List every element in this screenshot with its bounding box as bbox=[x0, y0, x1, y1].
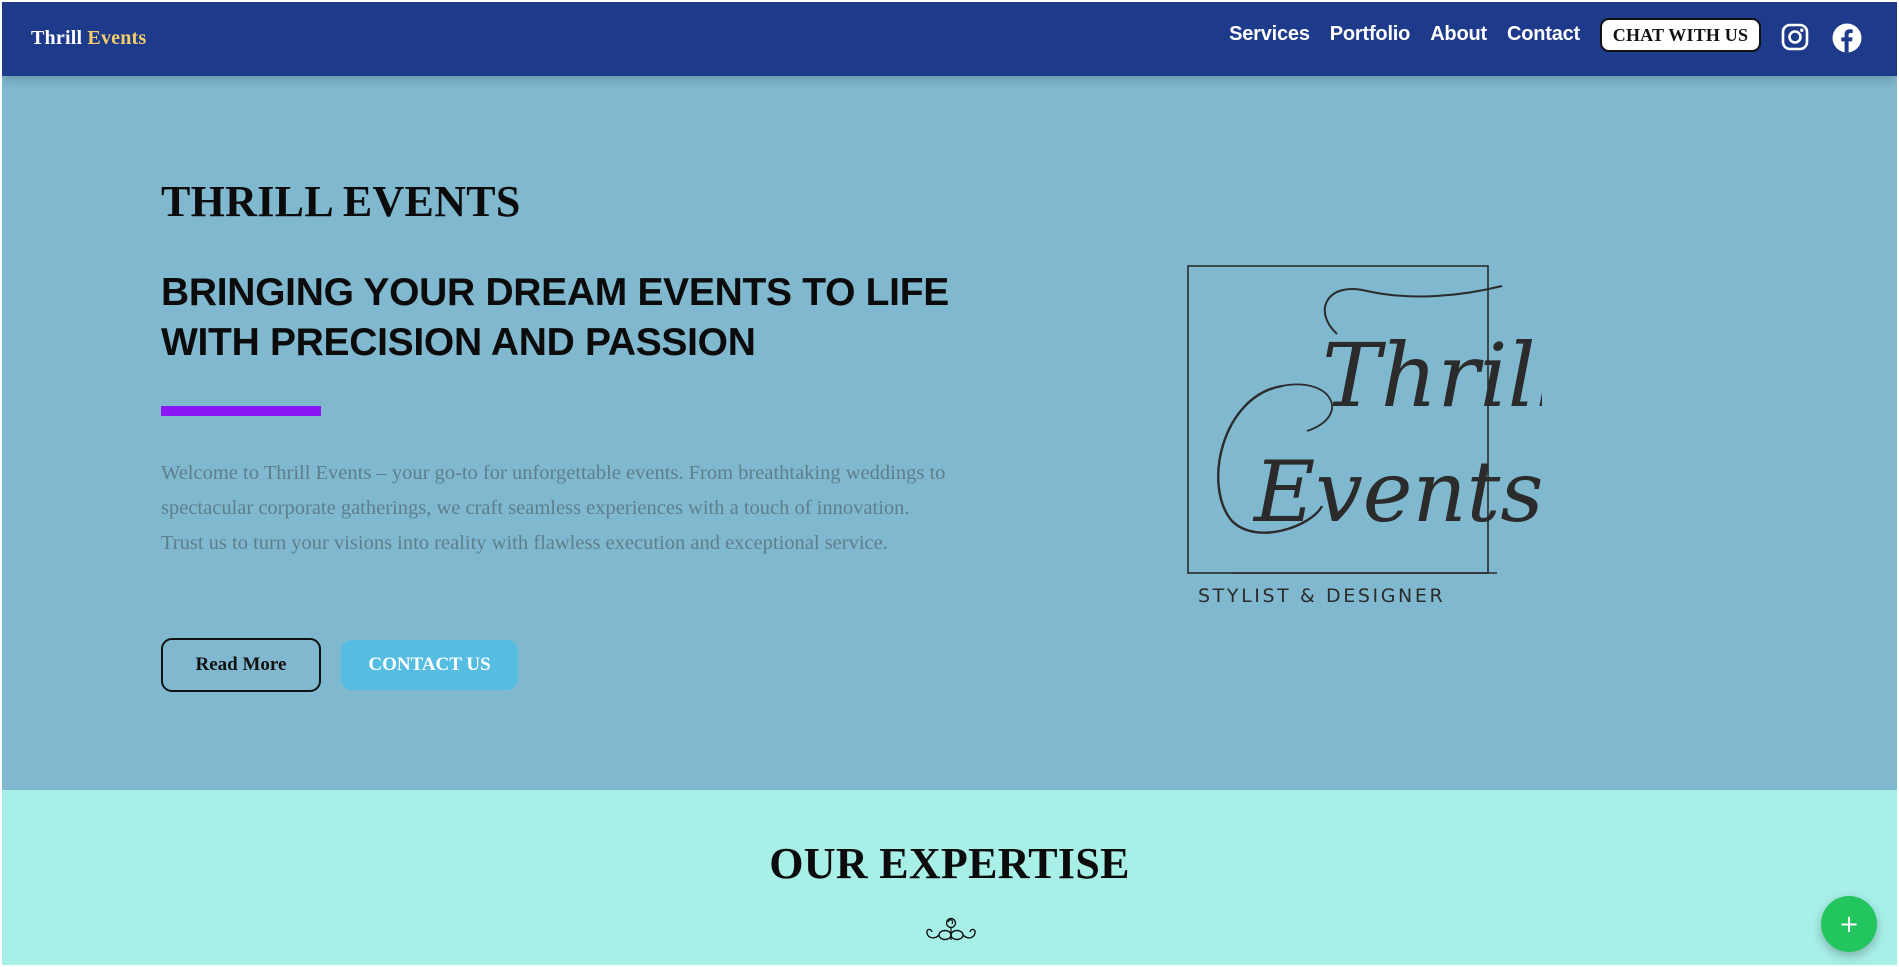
accent-divider bbox=[161, 406, 321, 416]
page-frame: Thrill Events Services Portfolio About C… bbox=[2, 2, 1897, 965]
nav-link-portfolio[interactable]: Portfolio bbox=[1330, 23, 1411, 46]
nav-link-contact[interactable]: Contact bbox=[1507, 23, 1580, 46]
nav-link-services[interactable]: Services bbox=[1229, 23, 1310, 46]
hero-subtitle: BRINGING YOUR DREAM EVENTS TO LIFE WITH … bbox=[161, 271, 949, 364]
nav-link-about[interactable]: About bbox=[1430, 23, 1487, 46]
hero-description: Welcome to Thrill Events – your go-to fo… bbox=[161, 462, 946, 554]
logo-script-thrill: Thrill bbox=[1322, 324, 1542, 427]
expertise-section: OUR EXPERTISE bbox=[2, 790, 1897, 965]
logo-first-word: Thrill bbox=[31, 27, 83, 49]
contact-us-button[interactable]: CONTACT US bbox=[341, 640, 518, 690]
instagram-icon[interactable] bbox=[1781, 23, 1809, 51]
brand-logo-image: Thrill Events STYLIST & DESIGNER bbox=[1187, 265, 1542, 606]
hero-title: THRILL EVENTS bbox=[161, 177, 521, 226]
site-logo[interactable]: Thrill Events bbox=[31, 27, 146, 50]
site-header: Thrill Events Services Portfolio About C… bbox=[2, 2, 1897, 76]
logo-tagline: STYLIST & DESIGNER bbox=[1198, 585, 1445, 606]
flourish-ornament-icon bbox=[926, 917, 976, 941]
logo-script-events: Events bbox=[1252, 443, 1542, 541]
main-nav: Services Portfolio About Contact bbox=[1209, 23, 1580, 46]
chat-with-us-button[interactable]: CHAT WITH US bbox=[1600, 18, 1761, 52]
read-more-button[interactable]: Read More bbox=[161, 638, 321, 692]
logo-second-word: Events bbox=[87, 27, 147, 49]
expertise-title: OUR EXPERTISE bbox=[769, 839, 1130, 888]
plus-icon[interactable]: + bbox=[1821, 896, 1877, 952]
facebook-icon[interactable] bbox=[1832, 23, 1862, 53]
hero-section: THRILL EVENTS BRINGING YOUR DREAM EVENTS… bbox=[2, 76, 1897, 790]
